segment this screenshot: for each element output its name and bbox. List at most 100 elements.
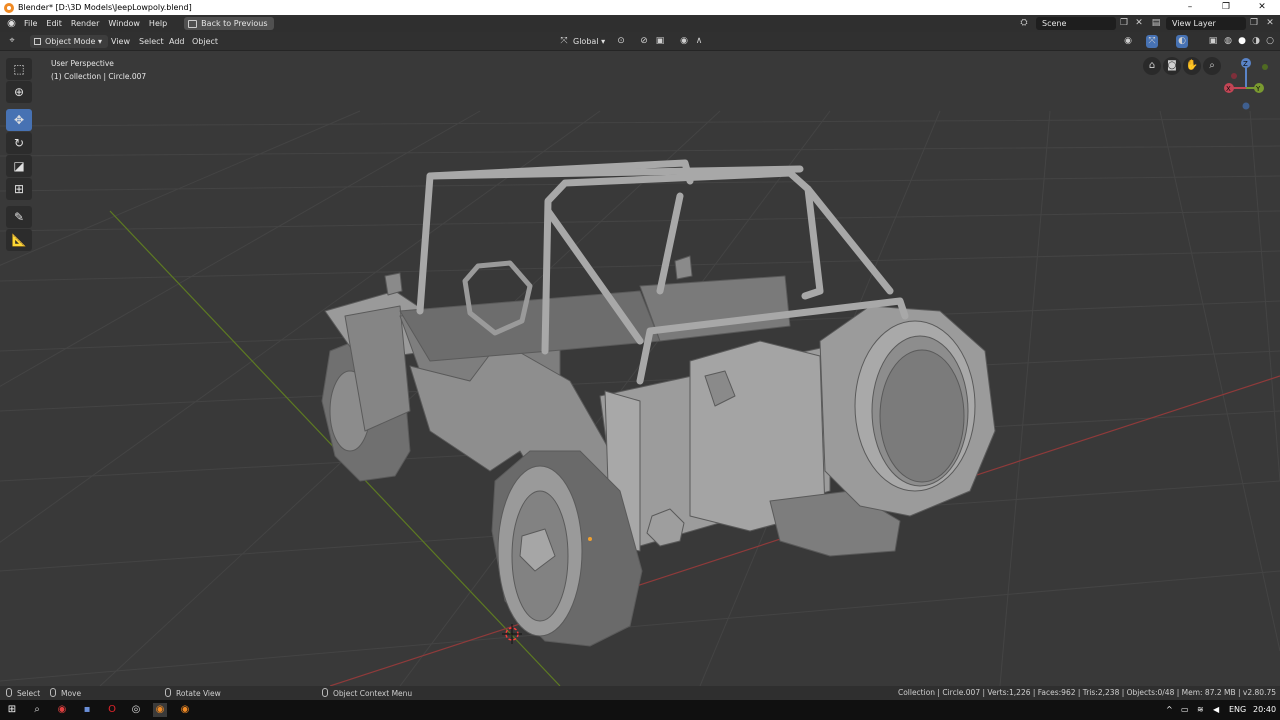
menu-window[interactable]: Window — [108, 19, 140, 28]
xray-toggle-icon[interactable]: ▣ — [1207, 35, 1219, 48]
network-icon[interactable]: ▭ — [1181, 703, 1189, 717]
menu-file[interactable]: File — [24, 19, 37, 28]
scene-statistics: Collection | Circle.007 | Verts:1,226 | … — [897, 688, 1276, 697]
move-icon: ✥ — [13, 113, 25, 127]
3d-cursor[interactable] — [502, 624, 522, 644]
mouse-middle-icon — [50, 688, 56, 697]
status-move-label: Move — [61, 689, 82, 698]
windows-start-icon[interactable]: ⊞ — [5, 703, 19, 717]
scene-icon[interactable]: ⛭ — [1018, 17, 1030, 30]
rotate-tool[interactable]: ↻ — [6, 132, 32, 154]
back-to-previous-button[interactable]: Back to Previous — [184, 17, 274, 30]
falloff-icon[interactable]: ∧ — [693, 35, 705, 48]
menu-object[interactable]: Object — [192, 35, 218, 48]
object-mode-dropdown[interactable]: Object Mode ▾ — [30, 35, 108, 48]
cursor-tool[interactable]: ⊕ — [6, 81, 32, 103]
navigation-gizmo[interactable]: Z X Y — [1224, 58, 1268, 110]
cursor-icon: ⊕ — [13, 85, 25, 99]
chrome-icon[interactable]: ◉ — [55, 703, 69, 717]
transform-icon: ⊞ — [13, 182, 25, 196]
camera-icon[interactable]: ◙ — [1163, 57, 1181, 75]
new-scene-icon[interactable]: ❐ — [1118, 17, 1130, 30]
tool-shelf: ⬚ ⊕ ✥ ↻ ◪ ⊞ ✎ 📐 — [6, 58, 32, 252]
delete-scene-icon[interactable]: ✕ — [1133, 17, 1145, 30]
scene-field[interactable]: Scene — [1036, 17, 1116, 30]
snap-target-icon[interactable]: ▣ — [654, 35, 666, 48]
pivot-point-icon[interactable]: ⊙ — [615, 35, 627, 48]
status-select-label: Select — [17, 689, 41, 698]
menu-help[interactable]: Help — [149, 19, 167, 28]
viewport-header: ⌖ Object Mode ▾ View Select Add Object ⤧… — [0, 32, 1280, 51]
windows-taskbar: ⊞ ⌕ ◉ ▪ O ◎ ◉ ◉ ^ ▭ ≋ ◀ ENG 20:40 — [0, 700, 1280, 720]
viewport-info: User Perspective (1) Collection | Circle… — [51, 57, 146, 83]
orientation-icon: ⤧ — [560, 36, 568, 46]
pan-hand-icon[interactable]: ✋ — [1183, 57, 1201, 75]
menu-view[interactable]: View — [111, 35, 130, 48]
orientation-label: Global — [573, 37, 599, 46]
minimize-button[interactable]: – — [1172, 0, 1208, 15]
snap-icon[interactable]: ⊘ — [638, 35, 650, 48]
view-layer-field[interactable]: View Layer — [1166, 17, 1246, 30]
menu-select[interactable]: Select — [139, 35, 164, 48]
3d-viewport[interactable]: Z X Y User Perspective (1) Collection | … — [0, 51, 1280, 686]
wifi-icon[interactable]: ≋ — [1197, 703, 1204, 717]
close-button[interactable]: ✕ — [1244, 0, 1280, 15]
blender-taskbar-icon[interactable]: ◉ — [153, 703, 167, 717]
annotate-icon: ✎ — [13, 210, 25, 224]
jeep-model[interactable] — [321, 159, 996, 647]
transform-tool[interactable]: ⊞ — [6, 178, 32, 200]
search-icon[interactable]: ⌕ — [30, 703, 44, 717]
viewport-canvas: Z X Y — [0, 58, 1280, 686]
status-context: Object Context Menu — [322, 688, 412, 699]
active-object-label: (1) Collection | Circle.007 — [51, 72, 147, 81]
toggle-camera-view-icon[interactable]: ⌂ — [1143, 57, 1161, 75]
overlays-toggle-icon[interactable]: ◐ — [1176, 35, 1188, 48]
blender-logo-icon[interactable]: ◉ — [6, 18, 17, 29]
tray-chevron-icon[interactable]: ^ — [1166, 703, 1173, 717]
menu-render[interactable]: Render — [71, 19, 99, 28]
obs-icon[interactable]: ◎ — [129, 703, 143, 717]
scale-tool[interactable]: ◪ — [6, 155, 32, 177]
maximize-button[interactable]: ❐ — [1208, 0, 1244, 15]
editor-type-icon[interactable]: ⌖ — [6, 35, 18, 48]
save-icon[interactable]: ▪ — [80, 703, 94, 717]
mouse-left-icon — [6, 688, 12, 697]
volume-icon[interactable]: ◀ — [1213, 703, 1219, 717]
gizmo-label-x: X — [1226, 85, 1231, 93]
status-move: Move — [50, 688, 81, 699]
new-view-layer-icon[interactable]: ❐ — [1248, 17, 1260, 30]
visibility-icon[interactable]: ◉ — [1122, 35, 1134, 48]
language-indicator[interactable]: ENG — [1229, 703, 1246, 717]
gizmo-toggle-icon[interactable]: ⤧ — [1146, 35, 1158, 48]
rotate-icon: ↻ — [13, 136, 25, 150]
select-box-tool[interactable]: ⬚ — [6, 58, 32, 80]
material-shading-icon[interactable]: ◑ — [1250, 35, 1262, 48]
status-select: Select — [6, 688, 40, 699]
move-tool[interactable]: ✥ — [6, 109, 32, 131]
annotate-tool[interactable]: ✎ — [6, 206, 32, 228]
screen-icon — [188, 19, 198, 28]
window-titlebar: Blender* [D:\3D Models\JeepLowpoly.blend… — [0, 0, 1280, 15]
object-mode-icon — [34, 38, 41, 45]
gizmo-label-z: Z — [1243, 60, 1248, 68]
opera-icon[interactable]: O — [105, 703, 119, 717]
measure-tool[interactable]: 📐 — [6, 229, 32, 251]
status-context-label: Object Context Menu — [333, 689, 413, 698]
rendered-shading-icon[interactable]: ○ — [1264, 35, 1276, 48]
measure-icon: 📐 — [11, 233, 27, 247]
menu-add[interactable]: Add — [169, 35, 185, 48]
proportional-edit-icon[interactable]: ◉ — [678, 35, 690, 48]
view-layer-icon[interactable]: ▤ — [1150, 17, 1162, 30]
mouse-middle-rotate-icon — [165, 688, 171, 697]
gizmo-label-y: Y — [1255, 85, 1261, 93]
zoom-icon[interactable]: ⌕ — [1203, 57, 1221, 75]
select-box-icon: ⬚ — [13, 62, 25, 76]
solid-shading-icon[interactable]: ● — [1236, 35, 1248, 48]
transform-orientation-dropdown[interactable]: Global ▾ — [573, 35, 605, 48]
delete-view-layer-icon[interactable]: ✕ — [1264, 17, 1276, 30]
blender-secondary-icon[interactable]: ◉ — [178, 703, 192, 717]
menu-edit[interactable]: Edit — [46, 19, 62, 28]
clock[interactable]: 20:40 — [1253, 703, 1276, 717]
wireframe-shading-icon[interactable]: ◍ — [1222, 35, 1234, 48]
status-rotate-label: Rotate View — [176, 689, 221, 698]
